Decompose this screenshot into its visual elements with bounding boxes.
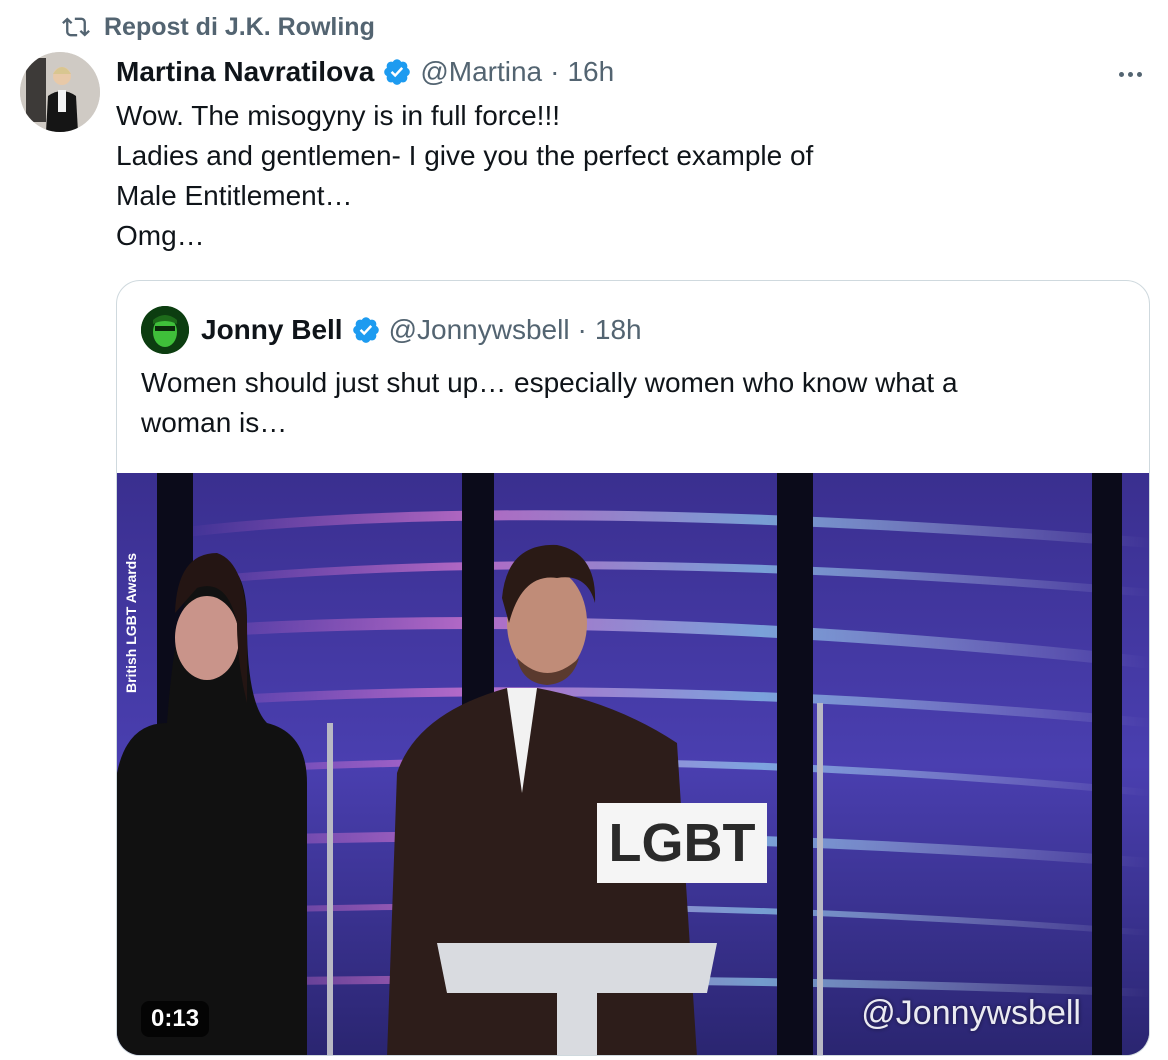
repost-label: Repost di J.K. Rowling [104, 12, 375, 41]
tweet-line: Male Entitlement… [116, 180, 353, 211]
video-player[interactable]: LGBT British LGBT Awards 0:13 @Jonnywsbe… [117, 473, 1149, 1055]
repost-indicator[interactable]: Repost di J.K. Rowling [62, 10, 375, 44]
quote-body: Women should just shut up… especially wo… [141, 363, 1121, 443]
broadcast-side-label: British LGBT Awards [123, 552, 139, 693]
video-watermark: @Jonnywsbell [861, 994, 1081, 1032]
video-duration-badge: 0:13 [141, 1001, 210, 1037]
author-name[interactable]: Martina Navratilova [116, 56, 374, 88]
more-dot-icon [1118, 71, 1124, 77]
quoted-tweet-card[interactable]: Jonny Bell @Jonnywsbell · 18h Women shou… [116, 280, 1150, 1056]
quote-author-avatar[interactable] [141, 306, 189, 354]
tweet-line: Omg… [116, 220, 205, 251]
tweet-line: Ladies and gentlemen- I give you the per… [116, 140, 814, 171]
tweet-body: Wow. The misogyny is in full force!!! La… [116, 96, 1116, 256]
verified-badge-icon [384, 59, 411, 85]
author-handle[interactable]: @Martina [420, 56, 542, 88]
award-sign: LGBT [609, 813, 756, 873]
more-options-button[interactable] [1112, 56, 1148, 92]
header-separator: · [577, 314, 587, 345]
quote-line: Women should just shut up… especially wo… [141, 367, 958, 398]
more-dot-icon [1127, 71, 1133, 77]
repost-icon [62, 17, 90, 37]
quote-author-name[interactable]: Jonny Bell [201, 314, 343, 346]
tweet-timestamp[interactable]: 16h [567, 56, 614, 88]
verified-badge-icon [352, 317, 379, 343]
quote-timestamp[interactable]: 18h [595, 314, 642, 346]
author-avatar[interactable] [20, 52, 100, 132]
more-dot-icon [1136, 71, 1142, 77]
tweet-line: Wow. The misogyny is in full force!!! [116, 100, 561, 131]
quote-author-handle[interactable]: @Jonnywsbell [389, 314, 570, 346]
header-separator: · [550, 56, 560, 87]
video-frame: LGBT [117, 473, 1149, 1055]
quote-line: woman is… [141, 407, 288, 438]
